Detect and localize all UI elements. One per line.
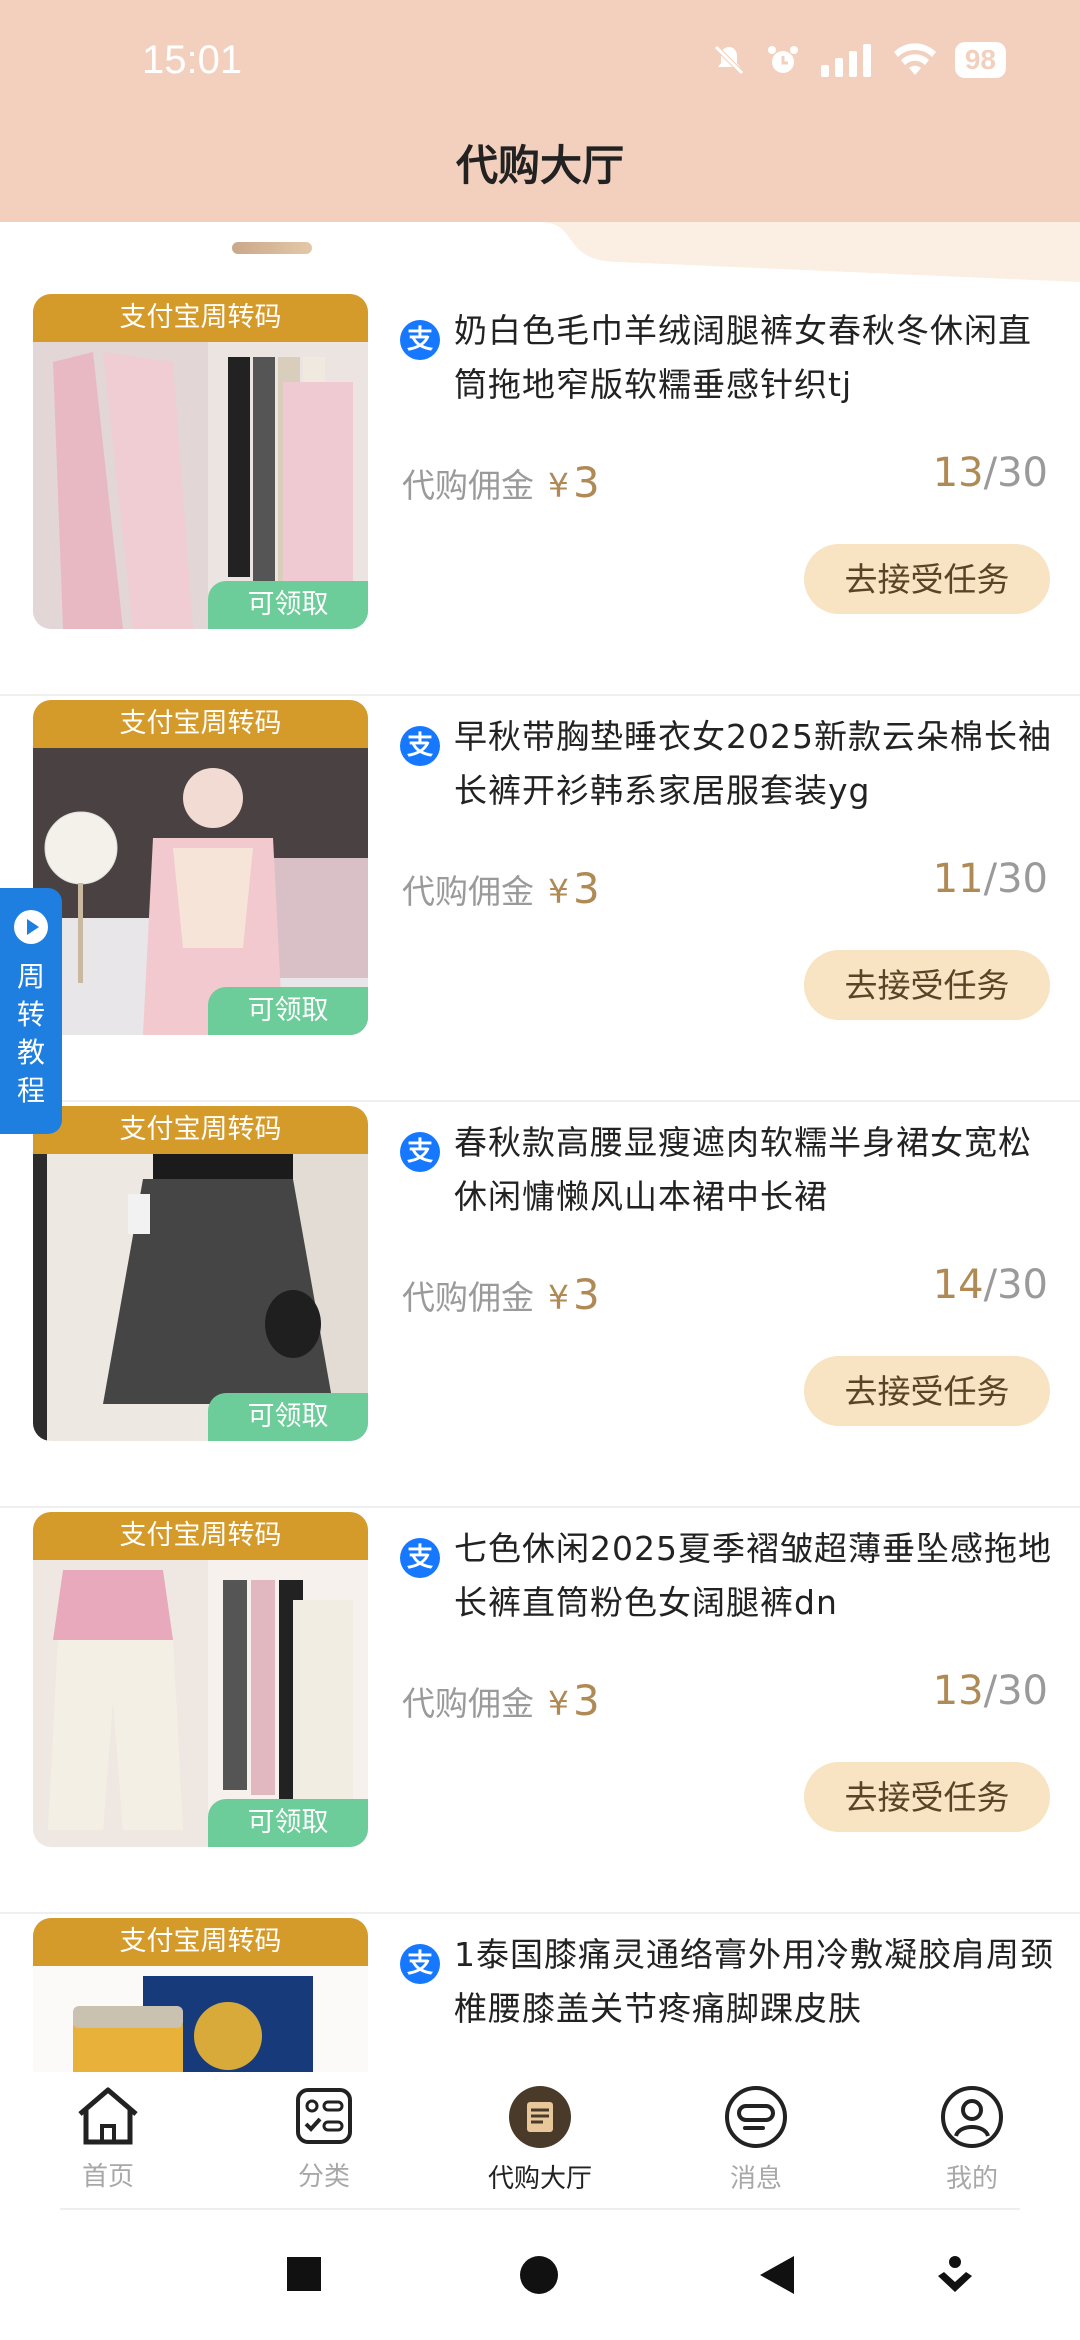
- nav-purchase-hall[interactable]: 代购大厅: [470, 2084, 610, 2195]
- claim-progress: 11/30: [933, 856, 1048, 902]
- profile-icon: [941, 2086, 1003, 2148]
- product-thumbnail[interactable]: 支付宝周转码 可领取: [33, 1512, 368, 1847]
- total-count: /30: [983, 450, 1048, 496]
- accept-task-button[interactable]: 去接受任务: [804, 1762, 1050, 1832]
- claimed-count: 13: [932, 1668, 984, 1714]
- app-screen: 15:01 98 代购大厅 支付宝周转码 可领取 支 奶白色毛巾羊绒阔腿裤女春秋…: [0, 0, 1080, 2340]
- currency-symbol: ¥: [548, 1684, 569, 1723]
- nav-home[interactable]: 首页: [38, 2084, 178, 2193]
- product-thumbnail[interactable]: 支付宝周转码 可领取: [33, 294, 368, 629]
- nav-profile[interactable]: 我的: [902, 2084, 1042, 2195]
- product-title[interactable]: 春秋款高腰显瘦遮肉软糯半身裙女宽松休闲慵懒风山本裙中长裙: [454, 1116, 1054, 1224]
- mute-bell-icon: [714, 45, 744, 75]
- battery-icon: 98: [954, 42, 1006, 78]
- total-count: /30: [983, 1668, 1048, 1714]
- claimed-count: 13: [932, 450, 984, 496]
- alarm-icon: [767, 46, 798, 73]
- home-circle-icon[interactable]: [518, 2254, 560, 2296]
- claimable-badge: 可领取: [208, 1799, 368, 1847]
- nav-label: 代购大厅: [487, 2164, 592, 2194]
- commission-amount: 3: [573, 864, 600, 913]
- nav-category[interactable]: 分类: [254, 2084, 394, 2193]
- nav-label: 我的: [945, 2164, 998, 2194]
- product-title[interactable]: 七色休闲2025夏季褶皱超薄垂坠感拖地长裤直筒粉色女阔腿裤dn: [454, 1522, 1054, 1630]
- commission-label: 代购佣金: [402, 1278, 534, 1317]
- claim-progress: 13/30: [933, 450, 1048, 496]
- task-list: 支付宝周转码 可领取 支 奶白色毛巾羊绒阔腿裤女春秋冬休闲直筒拖地窄版软糯垂感针…: [0, 290, 1080, 2320]
- product-title[interactable]: 奶白色毛巾羊绒阔腿裤女春秋冬休闲直筒拖地窄版软糯垂感针织tj: [454, 304, 1054, 412]
- alipay-icon: 支: [400, 1944, 440, 1984]
- category-icon: [296, 2088, 352, 2144]
- assistant-icon[interactable]: [934, 2254, 976, 2296]
- currency-symbol: ¥: [548, 466, 569, 505]
- commission-label: 代购佣金: [402, 1684, 534, 1723]
- commission-label: 代购佣金: [402, 466, 534, 505]
- accept-task-button[interactable]: 去接受任务: [804, 544, 1050, 614]
- alipay-icon: 支: [400, 1132, 440, 1172]
- product-banner: 支付宝周转码: [33, 1512, 368, 1560]
- claim-progress: 14/30: [933, 1262, 1048, 1308]
- commission: 代购佣金 ¥3: [402, 1270, 600, 1319]
- product-banner: 支付宝周转码: [33, 1918, 368, 1966]
- header: 15:01 98 代购大厅: [0, 0, 1080, 222]
- currency-symbol: ¥: [548, 1278, 569, 1317]
- tutorial-side-tab[interactable]: 周 转 教 程: [0, 888, 62, 1134]
- tutorial-label: 周 转 教 程: [16, 960, 45, 1107]
- task-card[interactable]: 支付宝周转码 可领取 支 七色休闲2025夏季褶皱超薄垂坠感拖地长裤直筒粉色女阔…: [0, 1508, 1080, 1914]
- system-nav-bar: [0, 2210, 1080, 2340]
- total-count: /30: [983, 856, 1048, 902]
- product-thumbnail[interactable]: 支付宝周转码 可领取: [33, 700, 368, 1035]
- page-title: 代购大厅: [455, 141, 624, 190]
- currency-symbol: ¥: [548, 872, 569, 911]
- commission: 代购佣金 ¥3: [402, 864, 600, 913]
- claimable-badge: 可领取: [208, 581, 368, 629]
- alipay-icon: 支: [400, 320, 440, 360]
- total-count: /30: [983, 1262, 1048, 1308]
- task-card[interactable]: 支付宝周转码 可领取 支 奶白色毛巾羊绒阔腿裤女春秋冬休闲直筒拖地窄版软糯垂感针…: [0, 290, 1080, 696]
- recents-icon[interactable]: [284, 2254, 324, 2294]
- status-icons: 98: [711, 42, 1006, 78]
- nav-label: 分类: [297, 2162, 350, 2192]
- claim-progress: 13/30: [933, 1668, 1048, 1714]
- commission-amount: 3: [573, 458, 600, 507]
- nav-messages[interactable]: 消息: [686, 2084, 826, 2195]
- home-icon: [78, 2087, 138, 2145]
- commission-amount: 3: [573, 1676, 600, 1725]
- claimed-count: 11: [932, 856, 984, 902]
- product-banner: 支付宝周转码: [33, 1106, 368, 1154]
- play-icon: [14, 910, 48, 944]
- product-title[interactable]: 早秋带胸垫睡衣女2025新款云朵棉长袖长裤开衫韩系家居服套装yg: [454, 710, 1054, 818]
- claimed-count: 14: [932, 1262, 984, 1308]
- claimable-badge: 可领取: [208, 987, 368, 1035]
- commission-amount: 3: [573, 1270, 600, 1319]
- nav-label: 消息: [729, 2164, 782, 2194]
- task-card[interactable]: 支付宝周转码 可领取 支 春秋款高腰显瘦遮肉软糯半身裙女宽松休闲慵懒风山本裙中长…: [0, 1102, 1080, 1508]
- claimable-badge: 可领取: [208, 1393, 368, 1441]
- back-icon[interactable]: [756, 2254, 796, 2296]
- wifi-icon: [893, 43, 936, 75]
- alipay-icon: 支: [400, 726, 440, 766]
- nav-label: 首页: [81, 2162, 134, 2192]
- commission: 代购佣金 ¥3: [402, 1676, 600, 1725]
- status-time: 15:01: [142, 38, 243, 82]
- signal-icon: [820, 44, 871, 77]
- product-banner: 支付宝周转码: [33, 294, 368, 342]
- task-card[interactable]: 支付宝周转码 可领取 支 早秋带胸垫睡衣女2025新款云朵棉长袖长裤开衫韩系家居…: [0, 696, 1080, 1102]
- product-banner: 支付宝周转码: [33, 700, 368, 748]
- product-thumbnail[interactable]: 支付宝周转码 可领取: [33, 1106, 368, 1441]
- message-icon: [725, 2086, 787, 2148]
- bottom-nav: 首页 分类 代购大厅 消息 我的: [0, 2072, 1080, 2210]
- commission: 代购佣金 ¥3: [402, 458, 600, 507]
- accept-task-button[interactable]: 去接受任务: [804, 950, 1050, 1020]
- header-wave-decoration: [540, 222, 1080, 282]
- drag-handle: [232, 242, 312, 254]
- alipay-icon: 支: [400, 1538, 440, 1578]
- commission-label: 代购佣金: [402, 872, 534, 911]
- purchase-hall-icon: [509, 2086, 571, 2148]
- accept-task-button[interactable]: 去接受任务: [804, 1356, 1050, 1426]
- product-title[interactable]: 1泰国膝痛灵通络膏外用冷敷凝胶肩周颈椎腰膝盖关节疼痛脚踝皮肤: [454, 1928, 1054, 2036]
